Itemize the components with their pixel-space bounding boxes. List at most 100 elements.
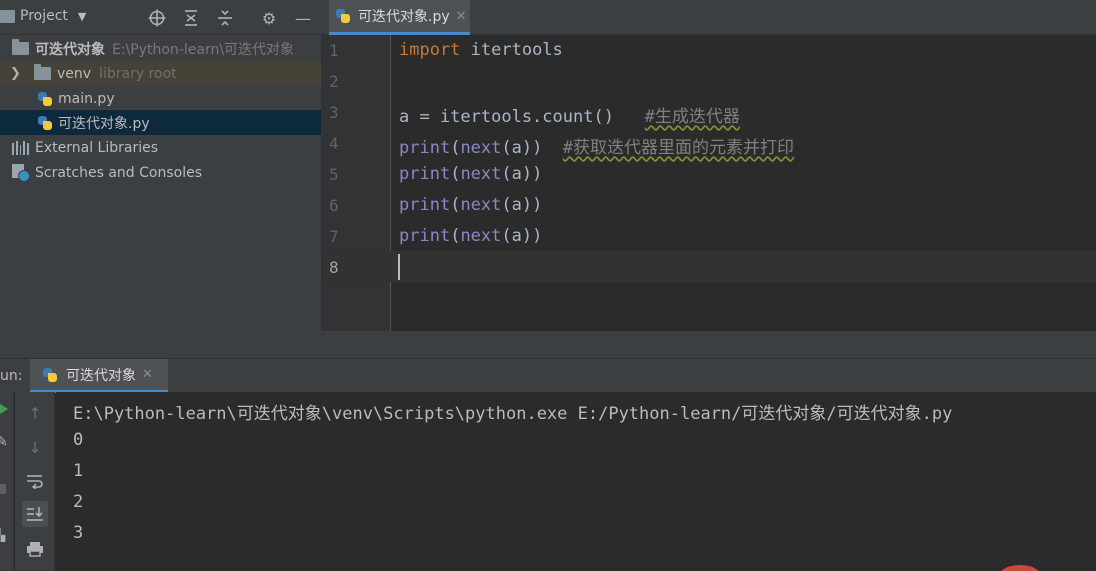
code-line-6[interactable]: print(next(a))	[399, 195, 542, 215]
line-number: 7	[329, 227, 339, 246]
text-caret	[398, 254, 400, 280]
scroll-up-button[interactable]: ↑	[22, 400, 48, 426]
run-tab-label: 可迭代对象	[66, 367, 136, 384]
python-file-icon	[335, 8, 351, 24]
code-text: (	[450, 164, 461, 184]
code-keyword: import	[399, 40, 461, 60]
editor-bottom-area	[321, 331, 1096, 358]
project-tool-window: Project ▼ ⚙ — 可迭代对象 E:\Python-learn\可迭代对…	[0, 0, 321, 358]
soft-wrap-icon	[27, 475, 43, 489]
code-line-3[interactable]: a = itertools.count() #生成迭代器	[399, 102, 740, 127]
code-builtin: next	[460, 195, 502, 215]
code-text: (	[450, 226, 461, 246]
tree-item-label: main.py	[58, 90, 115, 107]
tree-item-hint: library root	[99, 65, 177, 82]
code-builtin: print	[399, 226, 451, 246]
code-comment: #获取迭代器里面的元素并打印	[562, 138, 795, 158]
project-title: Project	[20, 8, 68, 24]
tree-item-venv[interactable]: ❯ venv library root	[0, 61, 321, 86]
code-comment: #生成迭代器	[644, 107, 740, 127]
code-builtin: print	[399, 195, 451, 215]
close-icon[interactable]: ✕	[142, 367, 153, 382]
tree-item-label: Scratches and Consoles	[35, 164, 202, 181]
code-text: a = itertools.count()	[399, 107, 645, 127]
tree-item-iterable-py[interactable]: 可迭代对象.py	[0, 110, 321, 135]
collapse-all-button[interactable]	[214, 7, 236, 29]
code-builtin: print	[399, 138, 451, 158]
code-builtin: next	[460, 226, 502, 246]
rerun-icon[interactable]	[0, 404, 8, 414]
python-file-icon	[42, 367, 58, 383]
editor-tab-bar: 可迭代对象.py ✕	[321, 0, 1096, 35]
code-text: (	[450, 138, 461, 158]
arrow-down-icon: ↓	[28, 437, 42, 457]
line-number-active: 8	[329, 258, 339, 277]
code-builtin: print	[399, 164, 451, 184]
minimize-icon: —	[295, 8, 311, 28]
chevron-right-icon[interactable]: ❯	[10, 66, 24, 81]
console-line-output: 3	[73, 523, 84, 543]
scratches-icon	[12, 163, 30, 182]
expand-all-button[interactable]	[180, 7, 202, 29]
scroll-to-end-button[interactable]	[22, 501, 48, 527]
library-icon	[12, 140, 29, 155]
settings-button[interactable]: ⚙	[258, 7, 280, 29]
tree-item-label: 可迭代对象.py	[58, 115, 150, 132]
layout-icon[interactable]: ▚	[0, 528, 5, 542]
arrow-up-icon: ↑	[28, 403, 42, 423]
line-number: 2	[329, 72, 339, 91]
python-file-icon	[37, 115, 53, 131]
code-text: (a))	[501, 226, 543, 246]
line-number: 5	[329, 165, 339, 184]
code-text: itertools	[460, 40, 563, 60]
tree-item-project-root[interactable]: 可迭代对象 E:\Python-learn\可迭代对象	[0, 36, 321, 61]
line-number: 6	[329, 196, 339, 215]
gear-icon: ⚙	[261, 8, 277, 28]
code-line-5[interactable]: print(next(a))	[399, 164, 542, 184]
code-line-7[interactable]: print(next(a))	[399, 226, 542, 246]
run-tab-iterable[interactable]: 可迭代对象 ✕	[30, 359, 168, 393]
run-console-toolbar: ↑ ↓	[15, 392, 55, 571]
folder-icon	[34, 64, 51, 80]
current-line-highlight	[321, 251, 1096, 282]
hide-button[interactable]: —	[292, 7, 314, 29]
run-tool-window-header: un: 可迭代对象 ✕	[0, 358, 1096, 393]
editor-tab-iterable-py[interactable]: 可迭代对象.py ✕	[329, 0, 470, 35]
console-line-output: 2	[73, 492, 84, 512]
line-number: 1	[329, 41, 339, 60]
code-builtin: next	[460, 164, 502, 184]
code-text: (a))	[501, 195, 543, 215]
printer-icon	[27, 542, 43, 557]
line-number: 3	[329, 103, 339, 122]
stop-icon[interactable]	[0, 484, 6, 494]
project-folder-icon	[0, 9, 15, 23]
code-text: (	[450, 195, 461, 215]
tree-item-external-libraries[interactable]: External Libraries	[0, 135, 321, 160]
tree-item-label: venv	[57, 65, 92, 82]
chevron-down-icon: ▼	[77, 9, 87, 23]
tree-item-label: 可迭代对象	[35, 41, 105, 58]
tree-item-path: E:\Python-learn\可迭代对象	[112, 41, 295, 58]
project-header: Project ▼ ⚙ —	[0, 0, 321, 35]
code-builtin: next	[460, 138, 502, 158]
print-button[interactable]	[22, 536, 48, 562]
wrench-icon[interactable]: ✎	[0, 434, 8, 450]
tree-item-main-py[interactable]: main.py	[0, 86, 321, 111]
editor-tab-label: 可迭代对象.py	[358, 9, 450, 25]
project-view-selector[interactable]: Project ▼	[0, 8, 86, 24]
close-icon[interactable]: ✕	[456, 9, 467, 24]
line-number: 4	[329, 134, 339, 153]
scroll-down-button[interactable]: ↓	[22, 434, 48, 460]
tree-item-label: External Libraries	[35, 139, 158, 156]
python-file-icon	[37, 91, 53, 107]
console-line-command: E:\Python-learn\可迭代对象\venv\Scripts\pytho…	[73, 404, 953, 424]
tree-item-scratches[interactable]: Scratches and Consoles	[0, 160, 321, 185]
run-side-toolbar: ✎ ▚	[0, 392, 14, 571]
crosshair-icon	[148, 9, 166, 27]
collapse-all-icon	[218, 10, 232, 26]
locate-file-button[interactable]	[146, 7, 168, 29]
soft-wrap-button[interactable]	[22, 468, 48, 494]
code-line-4[interactable]: print(next(a)) #获取迭代器里面的元素并打印	[399, 133, 794, 158]
code-line-1[interactable]: import itertools	[399, 40, 563, 60]
console-line-output: 0	[73, 430, 84, 450]
